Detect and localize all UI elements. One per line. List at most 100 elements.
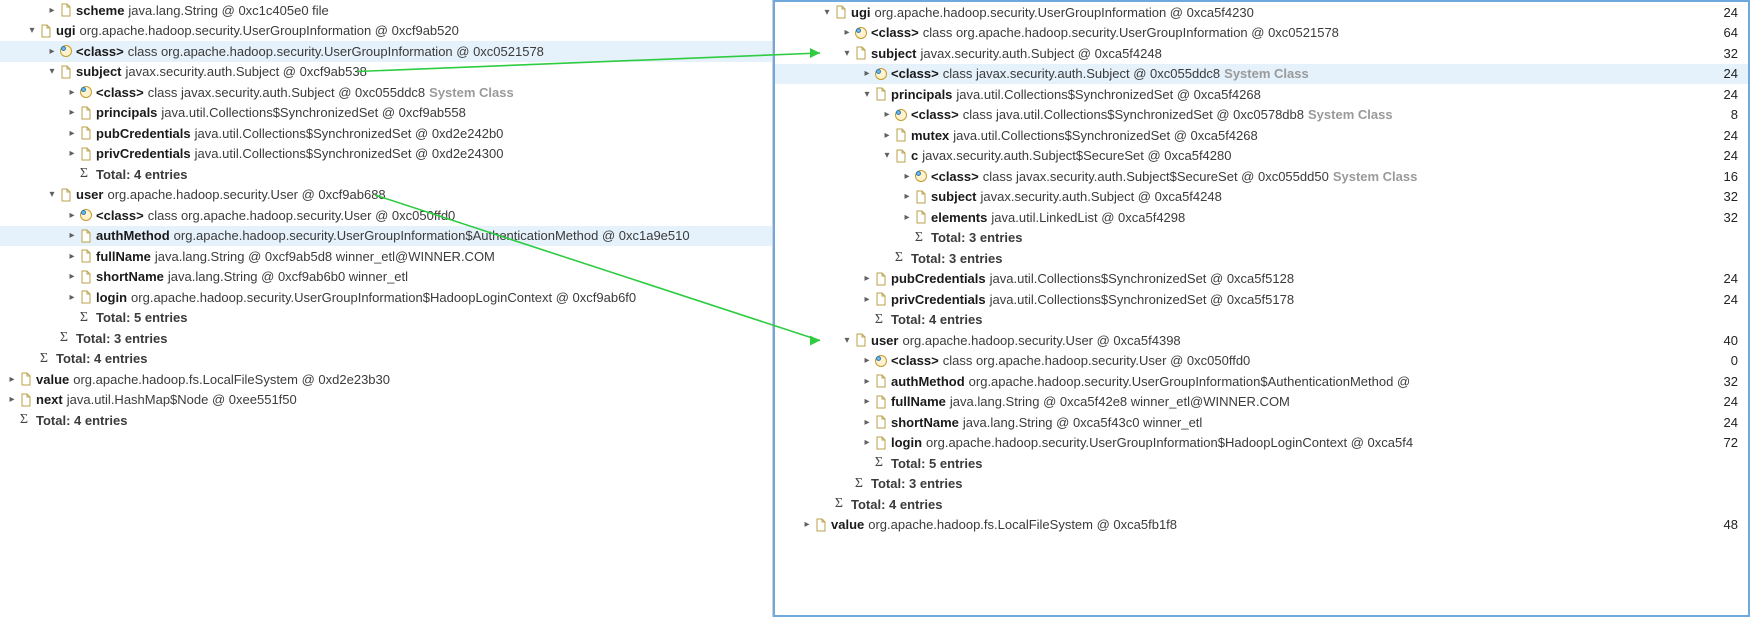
chevron-right-icon[interactable]: ▸: [861, 294, 873, 305]
tree-row[interactable]: ▸pubCredentialsjava.util.Collections$Syn…: [775, 269, 1748, 290]
chevron-right-icon[interactable]: ▸: [841, 27, 853, 38]
chevron-down-icon[interactable]: ▾: [821, 7, 833, 18]
chevron-right-icon[interactable]: ▸: [46, 46, 58, 57]
tree-row[interactable]: ΣTotal: 3 entries: [775, 248, 1748, 269]
tree-row[interactable]: ΣTotal: 4 entries: [0, 410, 772, 431]
tree-row[interactable]: ΣTotal: 3 entries: [775, 474, 1748, 495]
tree-row[interactable]: ▸shortNamejava.lang.String @ 0xca5f43c0 …: [775, 412, 1748, 433]
node-name: shortName: [96, 269, 164, 284]
tree-row[interactable]: ▸<class>class javax.security.auth.Subjec…: [775, 64, 1748, 85]
retained-size-cell: 24: [1724, 66, 1738, 81]
tree-row[interactable]: ▸authMethodorg.apache.hadoop.security.Us…: [775, 371, 1748, 392]
tree-row[interactable]: ▸schemejava.lang.String @ 0xc1c405e0 fil…: [0, 0, 772, 21]
chevron-right-icon[interactable]: ▸: [66, 292, 78, 303]
chevron-right-icon[interactable]: ▸: [6, 374, 18, 385]
tree-row[interactable]: ▸<class>class java.util.Collections$Sync…: [775, 105, 1748, 126]
tree-row[interactable]: ▸privCredentialsjava.util.Collections$Sy…: [775, 289, 1748, 310]
chevron-right-icon[interactable]: ▸: [66, 210, 78, 221]
chevron-down-icon[interactable]: ▾: [861, 89, 873, 100]
chevron-right-icon[interactable]: ▸: [861, 376, 873, 387]
tree-row[interactable]: ▾ugiorg.apache.hadoop.security.UserGroup…: [0, 21, 772, 42]
tree-row[interactable]: ▾userorg.apache.hadoop.security.User @ 0…: [0, 185, 772, 206]
chevron-right-icon[interactable]: ▸: [66, 230, 78, 241]
tree-row[interactable]: ΣTotal: 4 entries: [775, 310, 1748, 331]
chevron-right-icon[interactable]: ▸: [66, 107, 78, 118]
file-icon: [893, 127, 909, 143]
tree-row[interactable]: ▸nextjava.util.HashMap$Node @ 0xee551f50: [0, 390, 772, 411]
tree-row[interactable]: ▾cjavax.security.auth.Subject$SecureSet …: [775, 146, 1748, 167]
chevron-down-icon[interactable]: ▾: [46, 189, 58, 200]
tree-row[interactable]: ▸fullNamejava.lang.String @ 0xca5f42e8 w…: [775, 392, 1748, 413]
chevron-right-icon[interactable]: ▸: [66, 87, 78, 98]
chevron-right-icon[interactable]: ▸: [801, 519, 813, 530]
chevron-right-icon[interactable]: ▸: [861, 396, 873, 407]
chevron-down-icon[interactable]: ▾: [841, 335, 853, 346]
tree-row[interactable]: ▸fullNamejava.lang.String @ 0xcf9ab5d8 w…: [0, 246, 772, 267]
tree-row[interactable]: ΣTotal: 4 entries: [0, 164, 772, 185]
chevron-right-icon[interactable]: ▸: [861, 68, 873, 79]
chevron-right-icon[interactable]: ▸: [881, 130, 893, 141]
tree-row[interactable]: ▸shortNamejava.lang.String @ 0xcf9ab6b0 …: [0, 267, 772, 288]
tree-row[interactable]: ▸privCredentialsjava.util.Collections$Sy…: [0, 144, 772, 165]
tree-row[interactable]: ▸loginorg.apache.hadoop.security.UserGro…: [775, 433, 1748, 454]
chevron-right-icon[interactable]: ▸: [66, 251, 78, 262]
tree-row[interactable]: ▾principalsjava.util.Collections$Synchro…: [775, 84, 1748, 105]
node-value: class org.apache.hadoop.security.UserGro…: [128, 44, 544, 59]
node-name: <class>: [871, 25, 919, 40]
chevron-right-icon[interactable]: ▸: [6, 394, 18, 405]
left-heap-tree-pane[interactable]: ▸schemejava.lang.String @ 0xc1c405e0 fil…: [0, 0, 773, 617]
sigma-icon: Σ: [38, 351, 54, 367]
chevron-right-icon[interactable]: ▸: [901, 212, 913, 223]
tree-row[interactable]: ▸<class>class org.apache.hadoop.security…: [775, 351, 1748, 372]
node-value: org.apache.hadoop.security.UserGroupInfo…: [969, 374, 1411, 389]
tree-row[interactable]: ▸mutexjava.util.Collections$Synchronized…: [775, 125, 1748, 146]
tree-row[interactable]: ΣTotal: 5 entries: [775, 453, 1748, 474]
tree-row[interactable]: ▾subjectjavax.security.auth.Subject @ 0x…: [0, 62, 772, 83]
tree-row[interactable]: ▸pubCredentialsjava.util.Collections$Syn…: [0, 123, 772, 144]
chevron-right-icon[interactable]: ▸: [861, 417, 873, 428]
tree-row[interactable]: ▾subjectjavax.security.auth.Subject @ 0x…: [775, 43, 1748, 64]
chevron-right-icon[interactable]: ▸: [66, 128, 78, 139]
chevron-right-icon[interactable]: ▸: [66, 148, 78, 159]
chevron-right-icon[interactable]: ▸: [861, 437, 873, 448]
tree-row[interactable]: ▸authMethodorg.apache.hadoop.security.Us…: [0, 226, 772, 247]
retained-size-cell: 32: [1724, 46, 1738, 61]
tree-row[interactable]: ▸principalsjava.util.Collections$Synchro…: [0, 103, 772, 124]
chevron-right-icon[interactable]: ▸: [861, 273, 873, 284]
tree-row[interactable]: ΣTotal: 5 entries: [0, 308, 772, 329]
chevron-right-icon[interactable]: ▸: [46, 5, 58, 16]
tree-row[interactable]: ▸<class>class org.apache.hadoop.security…: [0, 205, 772, 226]
tree-row[interactable]: ▸valueorg.apache.hadoop.fs.LocalFileSyst…: [0, 369, 772, 390]
tree-row[interactable]: ▸<class>class org.apache.hadoop.security…: [775, 23, 1748, 44]
tree-row[interactable]: ▾ugiorg.apache.hadoop.security.UserGroup…: [775, 2, 1748, 23]
tree-row[interactable]: ▸<class>class org.apache.hadoop.security…: [0, 41, 772, 62]
node-name: ugi: [851, 5, 871, 20]
tree-row[interactable]: ΣTotal: 3 entries: [775, 228, 1748, 249]
chevron-right-icon[interactable]: ▸: [861, 355, 873, 366]
tree-row[interactable]: ▸<class>class javax.security.auth.Subjec…: [775, 166, 1748, 187]
chevron-right-icon[interactable]: ▸: [66, 271, 78, 282]
tree-row[interactable]: ΣTotal: 4 entries: [0, 349, 772, 370]
tree-row[interactable]: ▸subjectjavax.security.auth.Subject @ 0x…: [775, 187, 1748, 208]
retained-size-cell: 24: [1724, 148, 1738, 163]
node-name: privCredentials: [96, 146, 191, 161]
right-heap-tree-pane[interactable]: ▾ ugi org.apache.hadoop.security.UserGroup…: [773, 0, 1750, 617]
tree-row[interactable]: ▸loginorg.apache.hadoop.security.UserGro…: [0, 287, 772, 308]
chevron-right-icon[interactable]: ▸: [881, 109, 893, 120]
file-icon: [913, 189, 929, 205]
chevron-down-icon[interactable]: ▾: [46, 66, 58, 77]
tree-row[interactable]: ▸elementsjava.util.LinkedList @ 0xca5f42…: [775, 207, 1748, 228]
chevron-down-icon[interactable]: ▾: [26, 25, 38, 36]
tree-row[interactable]: ▸<class>class javax.security.auth.Subjec…: [0, 82, 772, 103]
tree-row[interactable]: ΣTotal: 4 entries: [775, 494, 1748, 515]
node-value: class java.util.Collections$Synchronized…: [963, 107, 1304, 122]
chevron-down-icon[interactable]: ▾: [881, 150, 893, 161]
node-name: fullName: [96, 249, 151, 264]
chevron-down-icon[interactable]: ▾: [841, 48, 853, 59]
chevron-right-icon[interactable]: ▸: [901, 171, 913, 182]
class-icon: [58, 43, 74, 59]
tree-row[interactable]: ▾userorg.apache.hadoop.security.User @ 0…: [775, 330, 1748, 351]
chevron-right-icon[interactable]: ▸: [901, 191, 913, 202]
tree-row[interactable]: ▸valueorg.apache.hadoop.fs.LocalFileSyst…: [775, 515, 1748, 536]
tree-row[interactable]: ΣTotal: 3 entries: [0, 328, 772, 349]
